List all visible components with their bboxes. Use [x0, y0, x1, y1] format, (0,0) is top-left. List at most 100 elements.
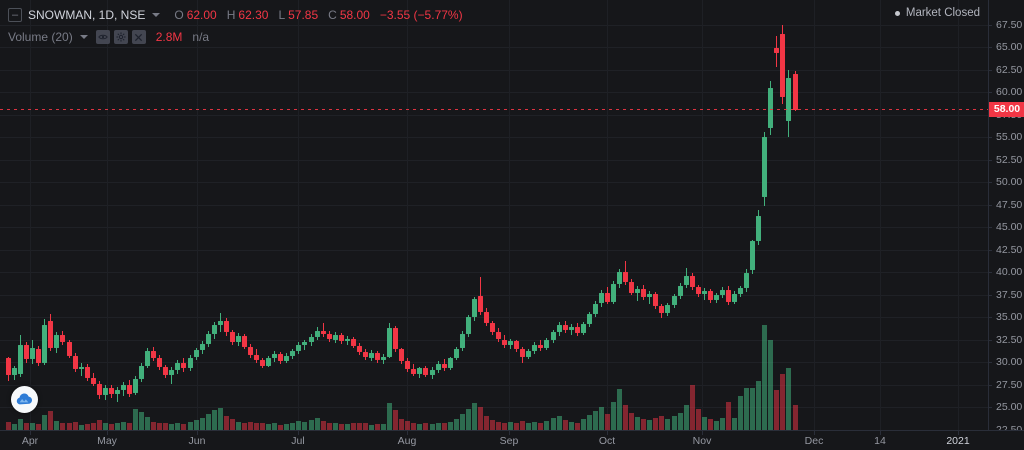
volume-bar	[266, 424, 271, 429]
symbol-title[interactable]: SNOWMAN, 1D, NSE	[28, 8, 145, 22]
volume-bar	[6, 422, 11, 430]
candle	[708, 291, 713, 300]
visibility-eye-icon[interactable]	[96, 30, 110, 44]
volume-bar	[42, 415, 47, 430]
gridline-h	[0, 407, 988, 408]
chevron-down-icon[interactable]	[152, 13, 160, 17]
volume-bar	[641, 419, 646, 430]
candle	[157, 358, 162, 367]
candle	[405, 361, 410, 369]
candle	[272, 354, 277, 359]
price-tick-label: 52.50	[996, 154, 1022, 166]
volume-value: 2.8M	[156, 30, 183, 44]
volume-bar	[768, 340, 773, 429]
volume-bar	[224, 416, 229, 430]
volume-bar	[599, 407, 604, 430]
volume-bar	[387, 403, 392, 429]
candle	[36, 349, 41, 363]
candle	[85, 367, 90, 379]
volume-bar	[448, 422, 453, 430]
price-axis-tick	[989, 70, 992, 71]
candle	[212, 325, 217, 334]
symbol-row[interactable]: – SNOWMAN, 1D, NSE O62.00 H62.30 L57.85 …	[8, 5, 463, 25]
price-axis-tick	[989, 340, 992, 341]
candle	[109, 388, 114, 394]
candle	[163, 367, 168, 375]
volume-bar	[67, 423, 72, 430]
candle	[48, 321, 53, 348]
volume-bar	[405, 421, 410, 430]
volume-bar	[242, 423, 247, 430]
candle	[774, 48, 779, 53]
candle	[551, 332, 556, 340]
chart-canvas[interactable]: – SNOWMAN, 1D, NSE O62.00 H62.30 L57.85 …	[0, 0, 988, 430]
snowman-cloud-icon	[15, 390, 34, 409]
candle	[593, 304, 598, 315]
volume-bar	[381, 424, 386, 429]
indicator-title[interactable]: Volume (20)	[8, 30, 73, 44]
candle	[508, 341, 513, 345]
time-tick-label: Oct	[599, 435, 615, 447]
time-tick-label: May	[97, 435, 117, 447]
volume-bar	[339, 424, 344, 429]
candle	[339, 335, 344, 341]
candle	[188, 358, 193, 369]
gridline-h	[0, 385, 988, 386]
time-tick-label: Jul	[291, 435, 304, 447]
candle	[79, 367, 84, 370]
volume-bar	[91, 423, 96, 429]
volume-bar	[635, 417, 640, 429]
candle	[333, 335, 338, 340]
candle	[248, 347, 253, 355]
price-tick-label: 45.00	[996, 221, 1022, 233]
candle	[73, 356, 78, 370]
price-axis[interactable]: 67.5065.0062.5060.0057.5055.0052.5050.00…	[988, 0, 1024, 430]
candle	[399, 349, 404, 361]
close-icon[interactable]	[132, 30, 146, 44]
candle	[363, 352, 368, 357]
volume-bar	[103, 423, 108, 430]
volume-bar	[690, 385, 695, 430]
time-tick-label: Jun	[189, 435, 206, 447]
volume-bar	[423, 423, 428, 429]
candle	[653, 294, 658, 307]
gridline-v	[607, 0, 608, 430]
price-axis-tick	[989, 160, 992, 161]
volume-bar	[430, 424, 435, 429]
candle	[218, 321, 223, 326]
volume-bar	[230, 419, 235, 430]
candle	[175, 363, 180, 370]
candle	[756, 216, 761, 241]
time-tick-label: 2021	[946, 435, 969, 447]
chevron-down-icon[interactable]	[80, 35, 88, 39]
low-label: L	[278, 8, 285, 22]
volume-bar	[290, 423, 295, 430]
volume-bar	[696, 409, 701, 429]
settings-gear-icon[interactable]	[114, 30, 128, 44]
price-axis-tick	[989, 295, 992, 296]
candle-wick	[304, 340, 305, 351]
price-axis-tick	[989, 227, 992, 228]
candle	[230, 332, 235, 342]
volume-bar	[581, 419, 586, 430]
candle-wick	[81, 363, 82, 377]
price-axis-tick	[989, 25, 992, 26]
volume-bar	[714, 421, 719, 430]
candle	[762, 137, 767, 197]
candle	[442, 364, 447, 369]
gridline-h	[0, 70, 988, 71]
candle	[242, 336, 247, 347]
volume-bar	[133, 409, 138, 429]
candle	[296, 345, 301, 351]
gridline-v	[298, 0, 299, 430]
high-value: 62.30	[238, 8, 268, 22]
time-tick-label: Apr	[22, 435, 38, 447]
volume-bar	[54, 421, 59, 430]
volume-bar	[684, 405, 689, 430]
trading-chart-window: – SNOWMAN, 1D, NSE O62.00 H62.30 L57.85 …	[0, 0, 1024, 450]
time-axis[interactable]: AprMayJunJulAugSepOctNovDec142021	[0, 430, 1024, 450]
legend-collapse-icon[interactable]: –	[8, 8, 22, 22]
volume-bar	[157, 423, 162, 430]
price-axis-tick	[989, 205, 992, 206]
volume-bar	[18, 419, 23, 430]
